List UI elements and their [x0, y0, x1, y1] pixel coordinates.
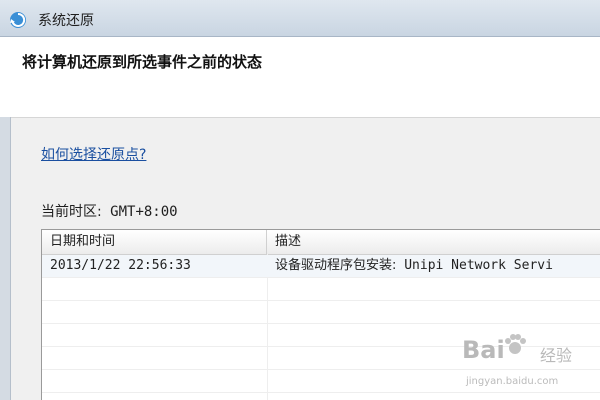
header-pane: 将计算机还原到所选事件之前的状态	[0, 37, 600, 118]
title-bar: 系统还原	[0, 0, 600, 37]
column-header-date[interactable]: 日期和时间	[42, 230, 267, 254]
table-header: 日期和时间 描述 ▲	[42, 230, 600, 255]
table-row[interactable]: 2013/1/22 22:56:33 设备驱动程序包安装: Unipi Netw…	[42, 255, 600, 278]
left-frame-edge	[0, 117, 11, 400]
column-header-description-label: 描述	[275, 234, 302, 249]
watermark-url: jingyan.baidu.com	[466, 376, 559, 387]
system-restore-icon	[10, 12, 26, 28]
paw-icon	[505, 334, 526, 354]
timezone-value: GMT+8:00	[110, 204, 178, 220]
system-restore-window: 系统还原 将计算机还原到所选事件之前的状态 如何选择还原点? 当前时区: GMT…	[0, 0, 600, 400]
empty-row	[42, 278, 600, 301]
timezone-label: 当前时区:	[41, 204, 102, 220]
watermark-brand: Bai	[462, 336, 505, 364]
watermark-cn: 经验	[540, 346, 573, 365]
row-description-detail: Unipi Network Servi	[396, 258, 553, 273]
timezone-info: 当前时区: GMT+8:00	[41, 201, 178, 221]
page-title: 将计算机还原到所选事件之前的状态	[22, 53, 263, 71]
row-description-type: 设备驱动程序包安装:	[275, 258, 397, 273]
baidu-watermark: Bai 经验 jingyan.baidu.com	[462, 334, 592, 396]
help-link-restore-point[interactable]: 如何选择还原点?	[41, 144, 146, 164]
row-date: 2013/1/22 22:56:33	[50, 258, 191, 273]
window-title: 系统还原	[38, 13, 94, 29]
empty-row	[42, 301, 600, 324]
row-description: 设备驱动程序包安装: Unipi Network Servi	[267, 255, 600, 277]
column-header-description[interactable]: 描述 ▲	[267, 230, 600, 254]
